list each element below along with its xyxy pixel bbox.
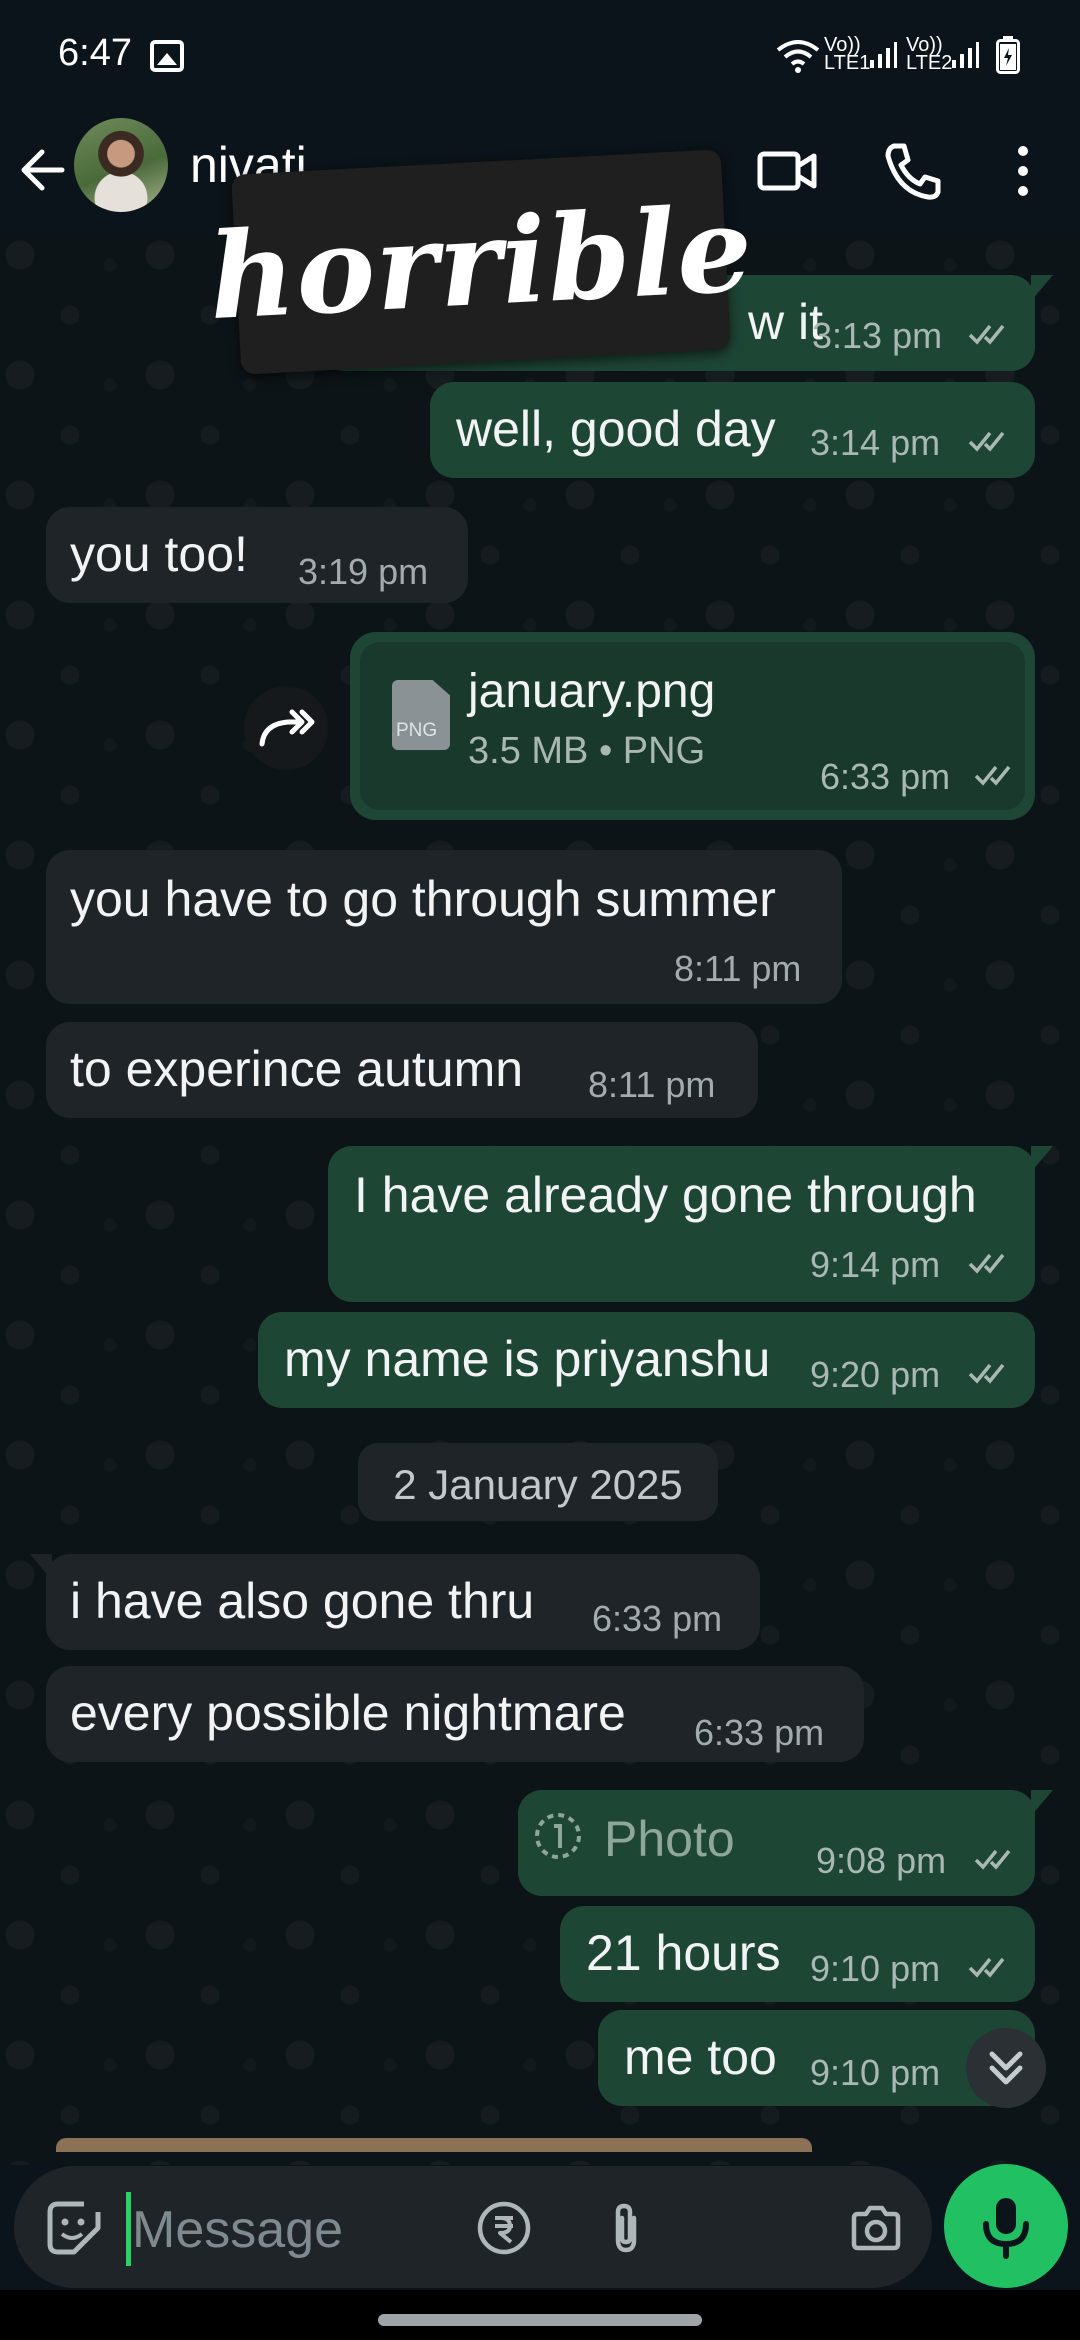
forward-button[interactable] bbox=[244, 686, 328, 770]
wifi-icon bbox=[776, 40, 820, 73]
attach-icon[interactable] bbox=[596, 2198, 656, 2258]
emoji-icon[interactable] bbox=[44, 2198, 104, 2258]
voice-message-button[interactable] bbox=[944, 2164, 1068, 2288]
read-ticks-icon bbox=[968, 431, 1005, 452]
message-bubble-outgoing[interactable]: I have already gone through 9:14 pm bbox=[328, 1146, 1053, 1302]
avatar[interactable] bbox=[74, 118, 168, 212]
text-caret bbox=[126, 2192, 131, 2266]
sim2-label: Vo)) LTE2 bbox=[906, 34, 953, 74]
file-meta: 3.5 MB • PNG bbox=[468, 730, 706, 772]
message-text: to experince autumn bbox=[70, 1041, 524, 1097]
message-bubble-incoming[interactable]: i have also gone thru 6:33 pm bbox=[30, 1554, 760, 1650]
message-bubble-incoming[interactable]: every possible nightmare 6:33 pm bbox=[46, 1666, 864, 1762]
read-ticks-icon bbox=[968, 324, 1005, 345]
message-time: 6:33 pm bbox=[820, 756, 951, 797]
message-input[interactable] bbox=[132, 2198, 492, 2262]
message-text: Photo bbox=[604, 1811, 735, 1867]
message-time: 3:14 pm bbox=[810, 422, 941, 463]
chevron-double-down-icon bbox=[989, 2051, 1023, 2085]
date-separator-text: 2 January 2025 bbox=[393, 1461, 683, 1508]
status-time: 6:47 bbox=[58, 32, 132, 74]
message-time: 3:13 pm bbox=[812, 315, 943, 356]
message-time: 9:10 pm bbox=[810, 2052, 941, 2093]
message-time: 6:33 pm bbox=[694, 1712, 825, 1753]
sticker[interactable]: horrible bbox=[206, 149, 756, 375]
signal-icon bbox=[952, 42, 979, 68]
photo-message[interactable]: Photo 9:08 pm bbox=[518, 1790, 1053, 1896]
more-options-icon[interactable] bbox=[988, 136, 1058, 206]
message-time: 6:33 pm bbox=[592, 1598, 723, 1639]
file-type-label: PNG bbox=[396, 720, 438, 741]
message-bubble-outgoing[interactable]: 21 hours 9:10 pm bbox=[560, 1906, 1035, 2002]
phone-icon[interactable] bbox=[878, 136, 948, 206]
read-ticks-icon bbox=[974, 1849, 1011, 1870]
message-time: 9:20 pm bbox=[810, 1354, 941, 1395]
message-bubble-outgoing[interactable]: well, good day 3:14 pm bbox=[430, 382, 1035, 478]
message-bubble-outgoing[interactable]: my name is priyanshu 9:20 pm bbox=[258, 1312, 1035, 1408]
message-time: 8:11 pm bbox=[588, 1064, 716, 1105]
home-gesture-handle[interactable] bbox=[378, 2314, 702, 2326]
sticker-text: horrible bbox=[205, 178, 757, 346]
date-separator: 2 January 2025 bbox=[358, 1443, 718, 1521]
message-text: 21 hours bbox=[586, 1925, 781, 1981]
message-text: you have to go through summer bbox=[70, 871, 776, 927]
message-text: I have already gone through bbox=[354, 1167, 977, 1223]
scroll-to-bottom-button[interactable] bbox=[966, 2028, 1046, 2108]
message-time: 9:14 pm bbox=[810, 1244, 941, 1285]
file-name: january.png bbox=[468, 665, 716, 718]
video-call-icon[interactable] bbox=[752, 136, 822, 206]
signal-icon bbox=[870, 42, 897, 68]
camera-icon[interactable] bbox=[846, 2198, 906, 2258]
reply-preview-strip bbox=[56, 2138, 812, 2152]
read-ticks-icon bbox=[968, 1253, 1005, 1274]
message-text: well, good day bbox=[456, 401, 776, 457]
message-time: 9:08 pm bbox=[816, 1840, 947, 1881]
message-time: 8:11 pm bbox=[674, 948, 802, 989]
message-bubble-incoming[interactable]: to experince autumn 8:11 pm bbox=[46, 1022, 758, 1118]
message-text: me too bbox=[624, 2029, 777, 2085]
message-time: 3:19 pm bbox=[298, 551, 429, 592]
gallery-icon bbox=[150, 40, 184, 72]
read-ticks-icon bbox=[968, 1363, 1005, 1384]
status-bar: 6:47 Vo)) LTE1 Vo)) LTE2 bbox=[0, 0, 1080, 110]
sim1-label: Vo)) LTE1 bbox=[824, 34, 871, 74]
message-bubble-incoming[interactable]: you too! 3:19 pm bbox=[46, 507, 468, 603]
loading-icon bbox=[535, 1813, 581, 1859]
message-bubble-incoming[interactable]: you have to go through summer 8:11 pm bbox=[46, 850, 842, 1004]
mic-icon bbox=[983, 2198, 1029, 2259]
message-text: i have also gone thru bbox=[70, 1573, 535, 1629]
battery-icon bbox=[996, 36, 1020, 74]
back-arrow-icon[interactable] bbox=[18, 140, 74, 200]
message-text: you too! bbox=[70, 526, 248, 582]
forward-icon bbox=[259, 709, 315, 747]
message-composer bbox=[14, 2166, 932, 2288]
document-message[interactable]: PNG january.png 3.5 MB • PNG 6:33 pm bbox=[350, 632, 1035, 820]
read-ticks-icon bbox=[968, 1957, 1005, 1978]
message-text: every possible nightmare bbox=[70, 1685, 626, 1741]
document-attachment[interactable]: PNG january.png 3.5 MB • PNG 6:33 pm bbox=[360, 642, 1025, 810]
message-time: 9:10 pm bbox=[810, 1948, 941, 1989]
rupee-payment-icon[interactable] bbox=[474, 2198, 534, 2258]
read-ticks-icon bbox=[974, 765, 1011, 786]
message-text: my name is priyanshu bbox=[284, 1331, 771, 1387]
